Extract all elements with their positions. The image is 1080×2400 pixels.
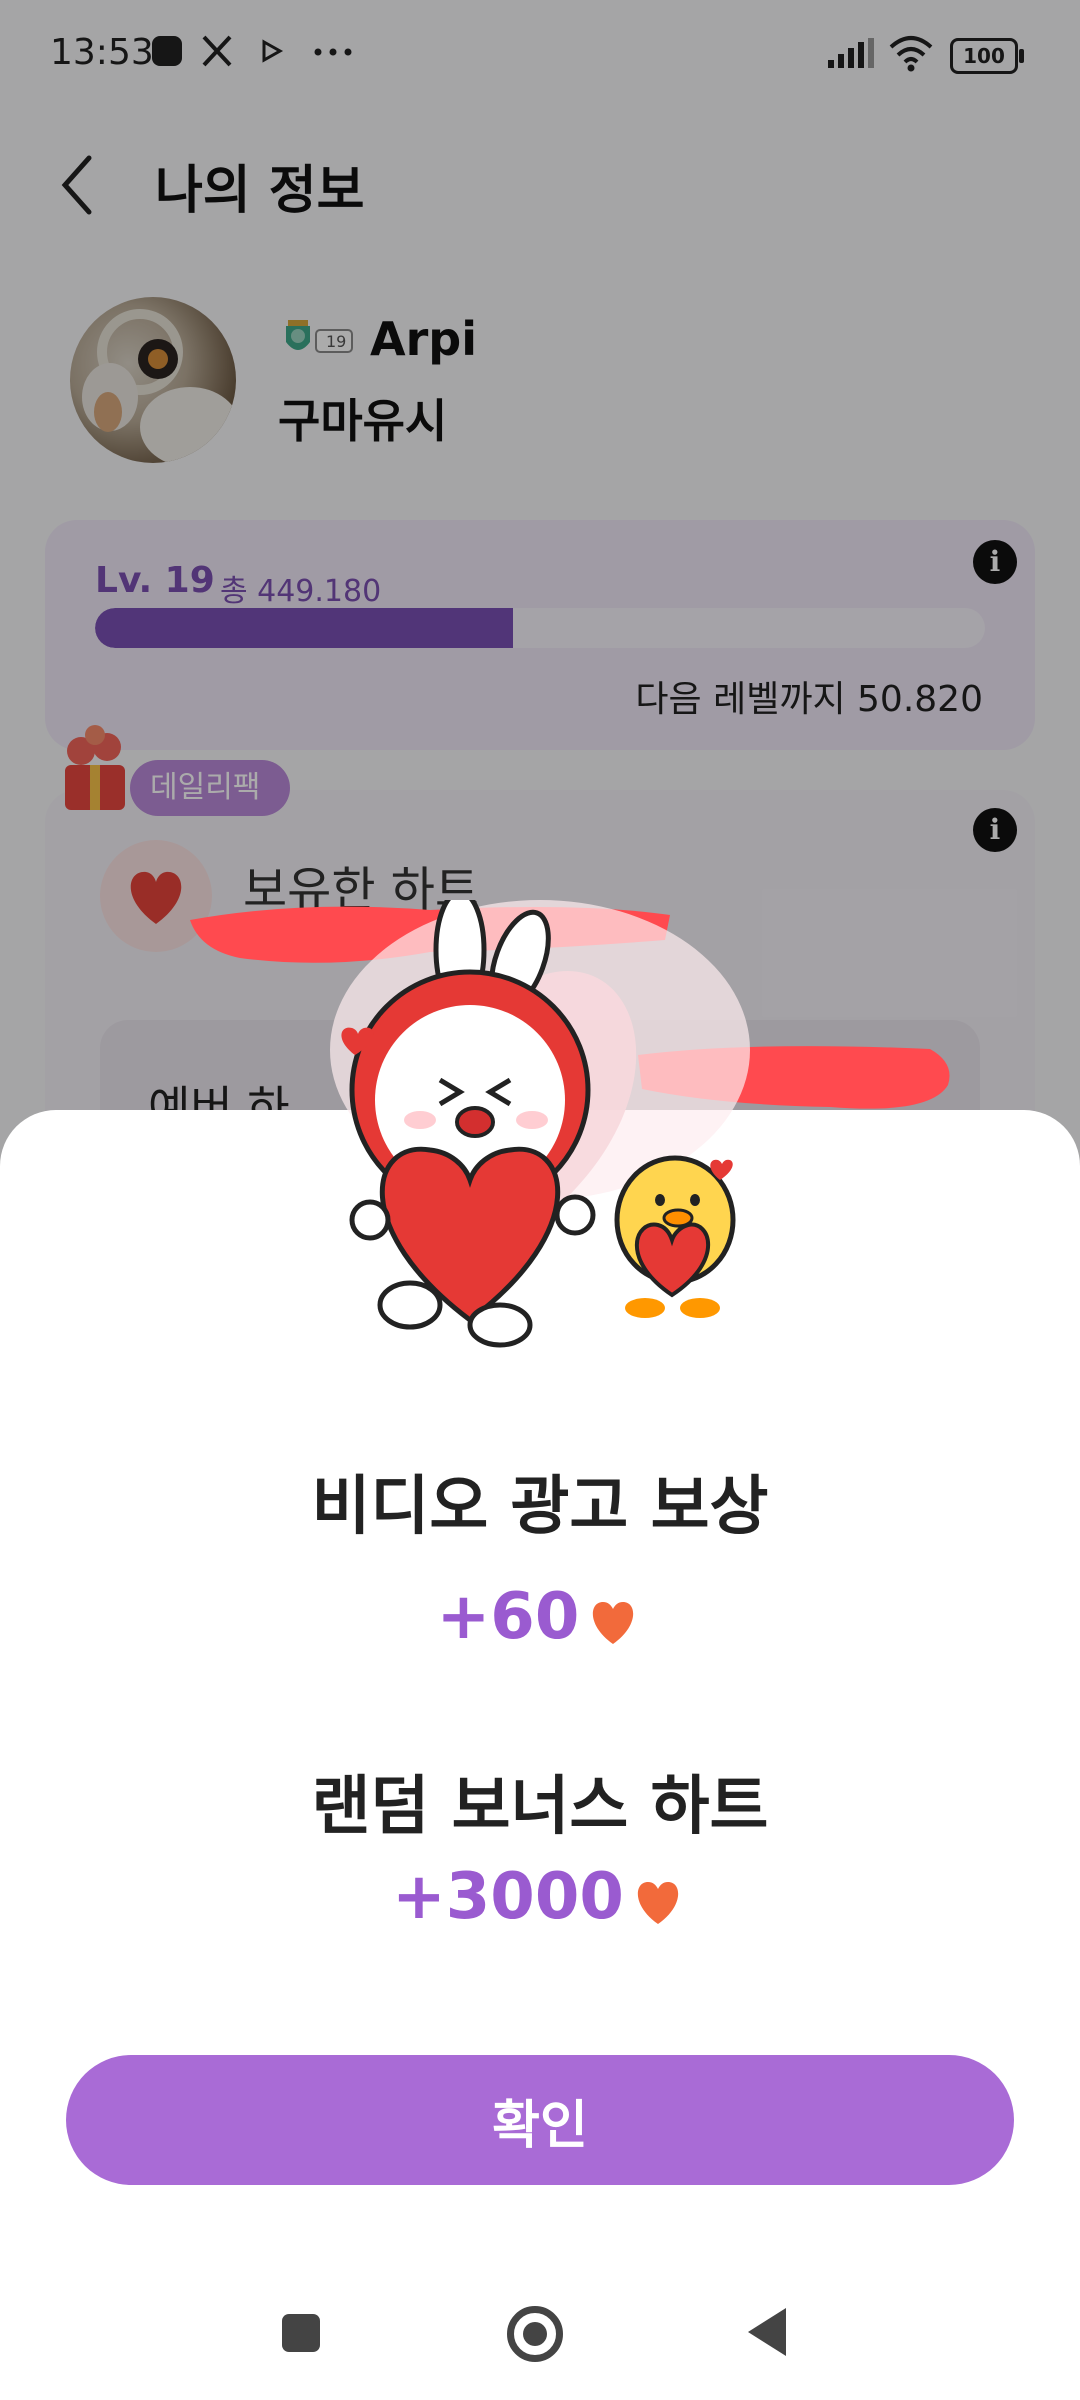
reward-amount-video: +60	[0, 1580, 1080, 1654]
heart-icon	[637, 1882, 679, 1925]
reward-amount-bonus: +3000	[0, 1860, 1080, 1934]
recents-icon[interactable]	[282, 2314, 320, 2352]
nav-back-icon[interactable]	[748, 2308, 786, 2356]
reward-illustration	[330, 900, 750, 1348]
heart-icon	[593, 1602, 634, 1645]
reward-title-video: 비디오 광고 보상	[311, 1470, 769, 1544]
reward-title-bonus: 랜덤 보너스 하트	[311, 1770, 769, 1844]
navigation-bar	[0, 2270, 1080, 2400]
confirm-button[interactable]: 확인	[66, 2055, 1014, 2185]
reward-amount-bonus-text: +3000	[392, 1860, 624, 1934]
home-icon[interactable]	[507, 2306, 563, 2362]
page: 13:53 100 나의 정보 19 Arpi 구마유시 Lv. 19 총 44…	[0, 0, 1080, 2400]
reward-amount-video-text: +60	[436, 1580, 580, 1654]
